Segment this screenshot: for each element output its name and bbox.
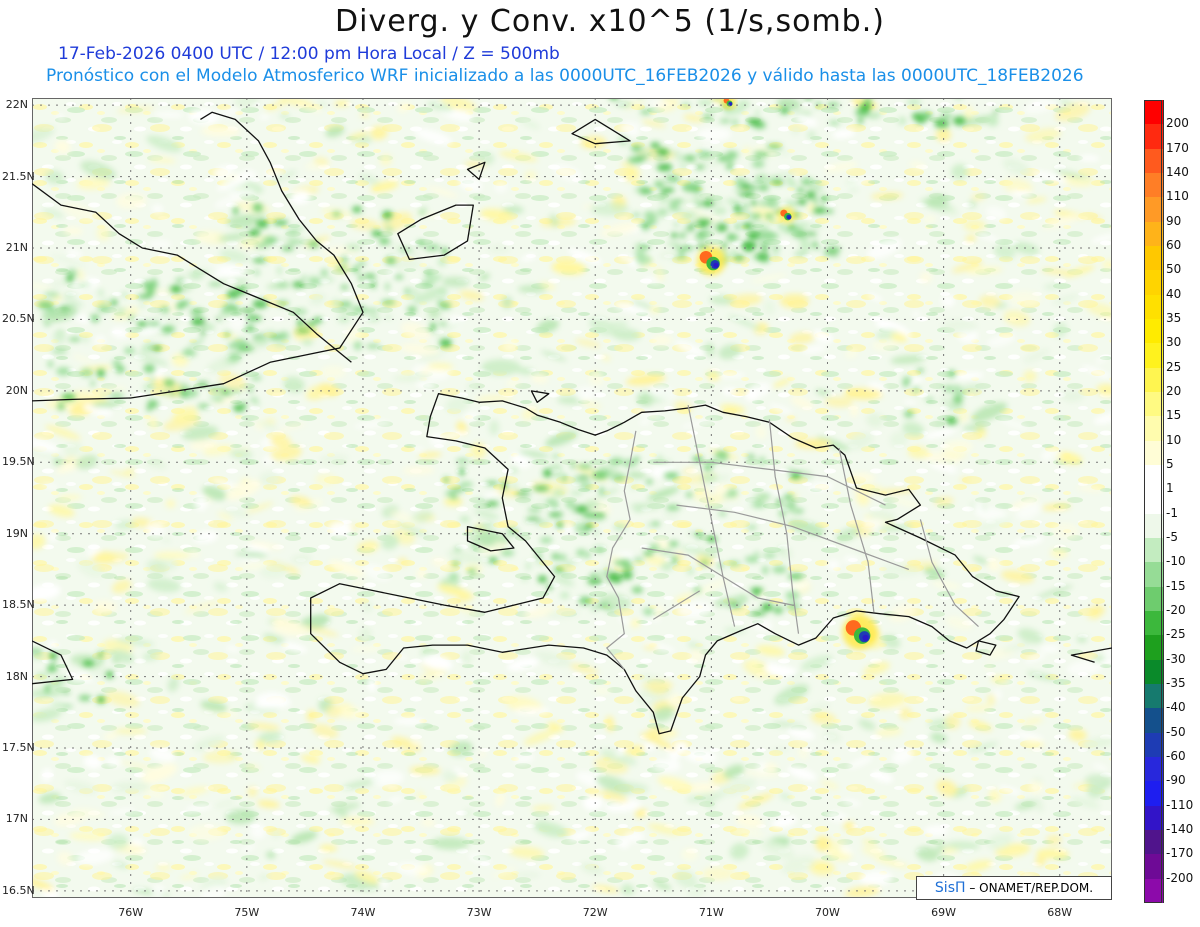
lon-label: 69W xyxy=(931,906,957,919)
colorbar-label: 1 xyxy=(1166,481,1174,496)
lat-label: 18N xyxy=(5,669,28,683)
colorbar-frame xyxy=(1144,100,1162,903)
lon-label: 74W xyxy=(350,906,376,919)
lat-label: 18.5N xyxy=(2,598,35,612)
colorbar-label: -20 xyxy=(1166,603,1186,617)
credit-org: – ONAMET/REP.DOM. xyxy=(969,881,1094,895)
colorbar-label: -5 xyxy=(1166,530,1178,544)
lat-label: 19.5N xyxy=(2,455,35,469)
colorbar-label: -1 xyxy=(1166,505,1178,520)
lat-label: 17N xyxy=(5,812,28,826)
lat-label: 16.5N xyxy=(2,883,35,897)
colorbar-label: 15 xyxy=(1166,408,1182,423)
lat-label: 20.5N xyxy=(2,312,35,326)
colorbar-label: 40 xyxy=(1166,286,1182,301)
colorbar-label: 110 xyxy=(1166,189,1189,204)
colorbar-label: 60 xyxy=(1166,238,1182,252)
colorbar-label: -25 xyxy=(1166,627,1186,642)
colorbar-label: -40 xyxy=(1166,700,1186,715)
credit-system: SisΠ xyxy=(934,880,966,896)
colorbar-label: 50 xyxy=(1166,262,1182,277)
lon-label: 73W xyxy=(466,906,492,919)
colorbar-label: -200 xyxy=(1166,870,1194,885)
colorbar-label: -140 xyxy=(1166,822,1194,836)
valid-time-subtitle: 17-Feb-2026 0400 UTC / 12:00 pm Hora Loc… xyxy=(58,44,560,64)
lat-label: 21.5N xyxy=(2,169,35,183)
lon-label: 76W xyxy=(118,906,144,919)
colorbar-label: 90 xyxy=(1166,213,1182,228)
colorbar-label: 25 xyxy=(1166,359,1182,374)
lat-label: 17.5N xyxy=(2,741,35,754)
colorbar-label: -60 xyxy=(1166,749,1186,763)
colorbar-label: 30 xyxy=(1166,335,1182,350)
lat-label: 21N xyxy=(5,241,28,254)
lat-label: 20N xyxy=(5,383,28,397)
divergence-map xyxy=(32,98,1112,898)
colorbar-label: 35 xyxy=(1166,311,1182,325)
colorbar-label: -90 xyxy=(1166,773,1186,788)
lon-label: 71W xyxy=(698,906,724,919)
colorbar-label: -15 xyxy=(1166,578,1186,593)
colorbar-label: -30 xyxy=(1166,651,1186,666)
lon-label: 70W xyxy=(815,906,840,919)
credit-box: SisΠ – ONAMET/REP.DOM. xyxy=(916,876,1112,900)
colorbar-label: 20 xyxy=(1166,384,1182,398)
colorbar-label: 5 xyxy=(1166,457,1174,471)
lon-label: 72W xyxy=(582,906,608,919)
field-layer xyxy=(32,98,1112,898)
colorbar-label: 140 xyxy=(1166,165,1189,179)
colorbar-label: 10 xyxy=(1166,432,1182,447)
lat-label: 22N xyxy=(5,98,28,112)
colorbar-label: -10 xyxy=(1166,554,1186,569)
colorbar-label: 200 xyxy=(1166,116,1189,131)
strong-cell-south xyxy=(842,614,878,650)
lat-label: 19N xyxy=(5,526,28,540)
chart-title: Diverg. y Conv. x10^5 (1/s,somb.) xyxy=(335,4,885,39)
colorbar-label: -170 xyxy=(1166,846,1194,861)
colorbar-label: -35 xyxy=(1166,676,1186,690)
lon-label: 68W xyxy=(1047,906,1073,919)
cell-northeast xyxy=(778,207,795,224)
colorbar-label: -50 xyxy=(1166,724,1186,739)
lon-label: 75W xyxy=(234,906,260,919)
colorbar-label: 170 xyxy=(1166,140,1189,155)
colorbar-label: -110 xyxy=(1166,797,1194,812)
model-info-subtitle: Pronóstico con el Modelo Atmosferico WRF… xyxy=(46,66,1084,86)
